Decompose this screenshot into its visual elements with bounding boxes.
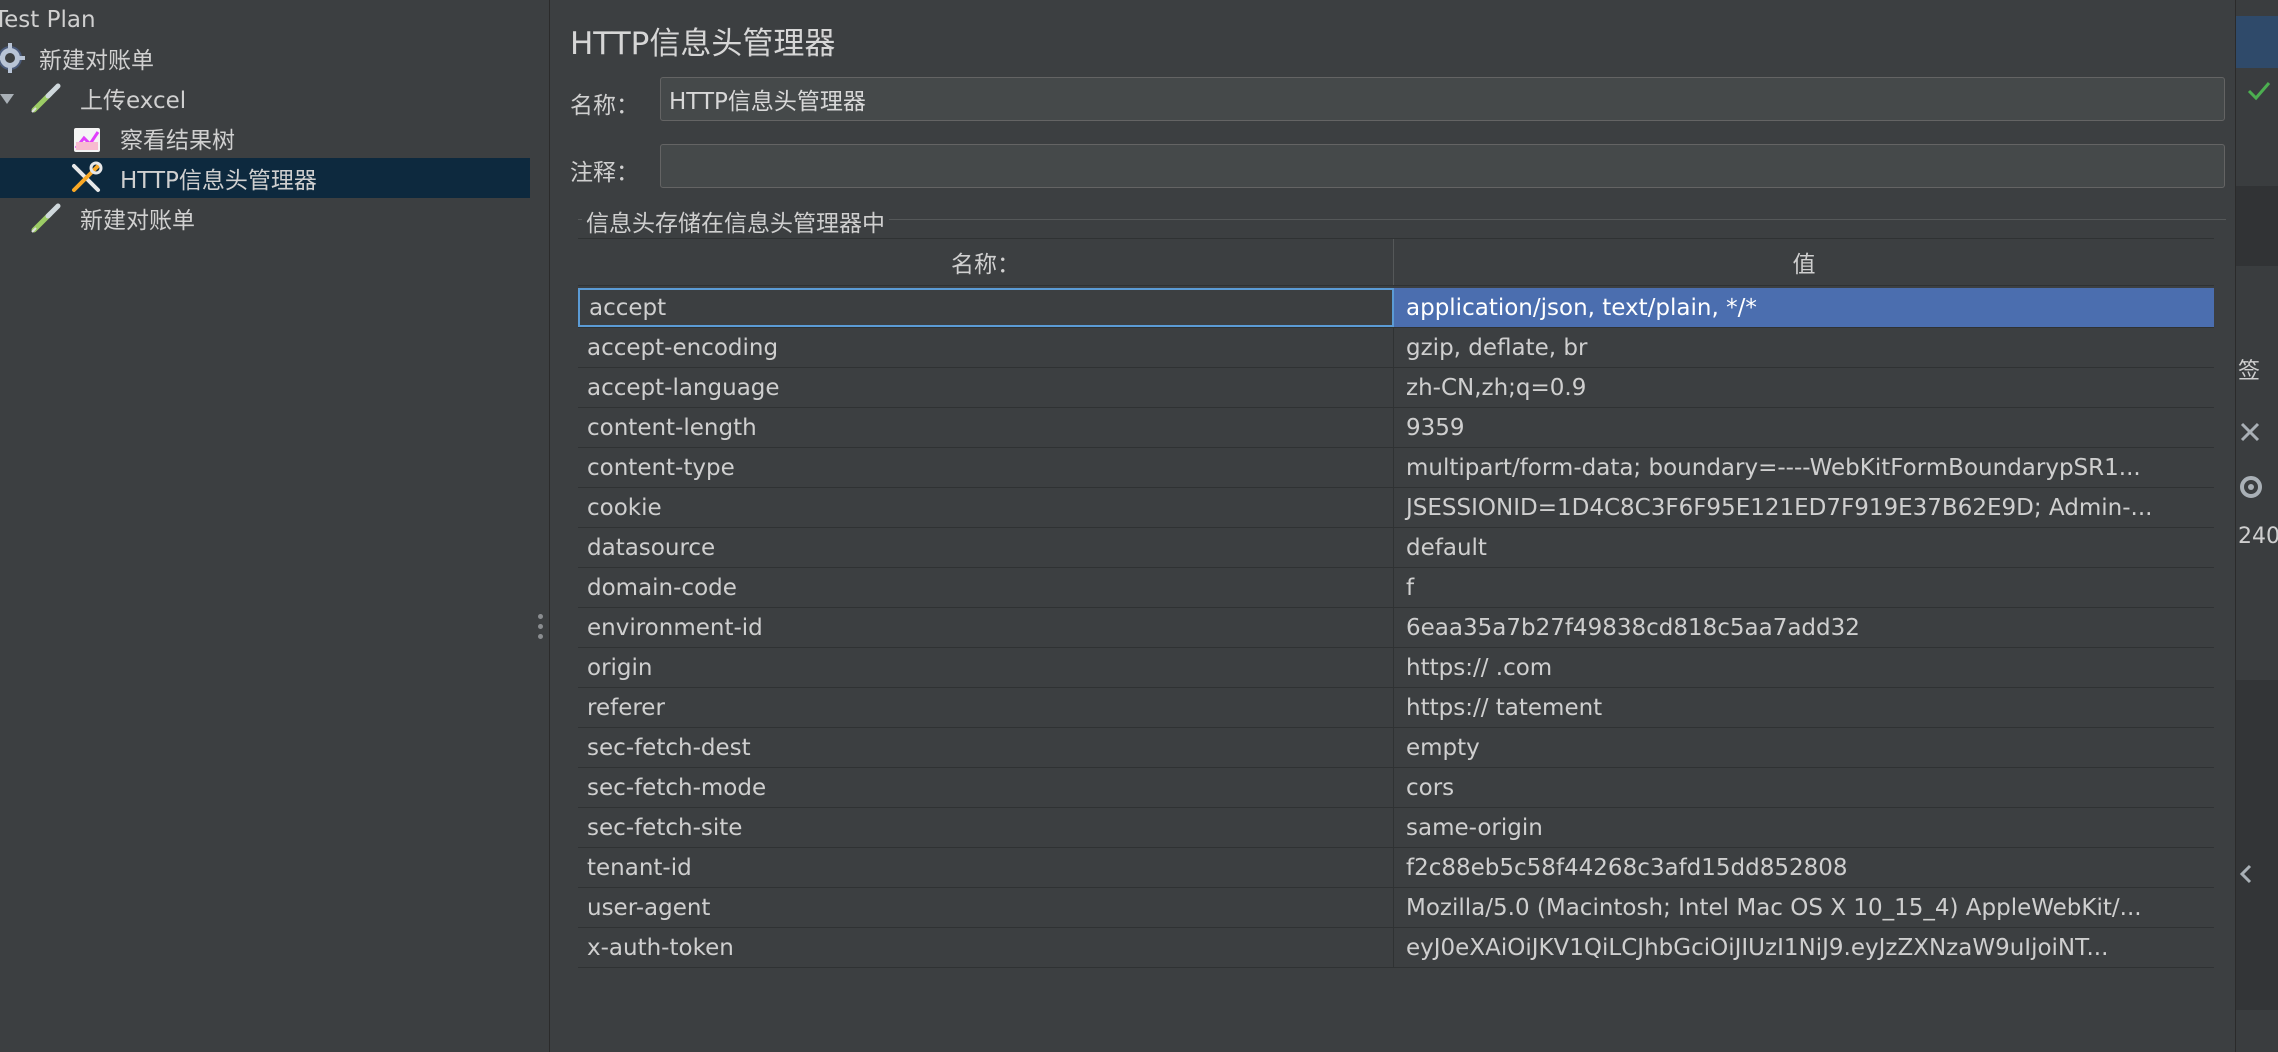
table-row[interactable]: sec-fetch-dest empty [578,728,2214,768]
check-icon [2247,82,2271,101]
test-plan-tree: Test Plan 新建对账单 上传excel 察看结果树 HTTP信息头管理器… [0,0,530,1052]
right-side-panel: 签 240 [2235,0,2278,1052]
tree-item-label: 上传excel [80,88,187,114]
close-icon[interactable] [2238,420,2262,444]
column-header-value[interactable]: 值 [1394,239,2214,285]
tree-item-view-results-tree[interactable]: 察看结果树 [0,118,530,158]
header-name-cell[interactable]: content-length [578,408,1394,447]
header-value-cell[interactable]: empty [1394,728,2214,767]
header-name-cell[interactable]: x-auth-token [578,928,1394,967]
comment-label: 注释： [570,160,639,186]
selected-item-highlight [2236,16,2278,68]
header-value-cell[interactable]: f2c88eb5c58f44268c3afd15dd852808 [1394,848,2214,887]
toolbar-area [2236,186,2278,266]
header-name-cell[interactable]: tenant-id [578,848,1394,887]
header-value-cell[interactable]: zh-CN,zh;q=0.9 [1394,368,2214,407]
tree-item-new-statement-2[interactable]: 新建对账单 [0,198,530,238]
table-row[interactable]: origin https:// .com [578,648,2214,688]
splitter-grip-dot [538,634,543,639]
expand-arrow-icon[interactable] [0,94,14,104]
tree-item-http-header-manager[interactable]: HTTP信息头管理器 [0,158,530,198]
table-row[interactable]: accept-language zh-CN,zh;q=0.9 [578,368,2214,408]
header-name-cell[interactable]: origin [578,648,1394,687]
name-label: 名称： [570,93,639,119]
header-value-cell[interactable]: eyJ0eXAiOiJKV1QiLCJhbGciOiJIUzI1NiJ9.eyJ… [1394,928,2214,967]
header-name-cell[interactable]: user-agent [578,888,1394,927]
table-row[interactable]: user-agent Mozilla/5.0 (Macintosh; Intel… [578,888,2214,928]
panel-splitter[interactable] [530,0,550,1052]
header-name-cell[interactable]: domain-code [578,568,1394,607]
table-row[interactable]: content-length 9359 [578,408,2214,448]
table-row[interactable]: referer https:// tatement [578,688,2214,728]
header-value-cell[interactable]: cors [1394,768,2214,807]
tree-item-label: Test Plan [0,7,96,33]
header-name-cell[interactable]: datasource [578,528,1394,567]
header-value-cell[interactable]: same-origin [1394,808,2214,847]
tree-item-label: 新建对账单 [80,208,195,234]
splitter-grip-dot [538,624,543,629]
header-value-cell[interactable]: multipart/form-data; boundary=----WebKit… [1394,448,2214,487]
tools-icon [72,161,103,192]
headers-table: accept application/json, text/plain, */*… [578,288,2214,968]
header-value-cell[interactable]: 9359 [1394,408,2214,447]
tree-item-test-plan[interactable]: Test Plan [0,0,530,40]
table-row[interactable]: datasource default [578,528,2214,568]
pipette-sampler-icon [31,203,61,233]
header-name-cell[interactable]: sec-fetch-dest [578,728,1394,767]
column-header-name[interactable]: 名称： [578,239,1394,285]
tree-item-new-statement-1[interactable]: 新建对账单 [0,38,530,78]
header-value-cell[interactable]: https:// .com [1394,648,2214,687]
header-value-cell[interactable]: f [1394,568,2214,607]
table-row[interactable]: tenant-id f2c88eb5c58f44268c3afd15dd8528… [578,848,2214,888]
tree-item-label: HTTP信息头管理器 [120,168,317,194]
table-row[interactable]: environment-id 6eaa35a7b27f49838cd818c5a… [578,608,2214,648]
gear-icon [0,43,25,73]
header-name-cell[interactable]: accept [578,288,1394,327]
table-header: 名称： 值 [578,238,2214,286]
truncated-label: 签 [2238,359,2261,384]
header-name-cell[interactable]: referer [578,688,1394,727]
pipette-sampler-icon [31,83,61,113]
table-row[interactable]: domain-code f [578,568,2214,608]
header-manager-panel: HTTP信息头管理器 名称： 注释： 信息头存储在信息头管理器中 名称： 值 a… [550,0,2235,1052]
comment-input[interactable] [660,144,2225,188]
table-row[interactable]: x-auth-token eyJ0eXAiOiJKV1QiLCJhbGciOiJ… [578,928,2214,968]
header-value-cell[interactable]: application/json, text/plain, */* [1394,288,2214,327]
name-input[interactable] [660,77,2225,121]
panel-title: HTTP信息头管理器 [570,26,836,62]
header-value-cell[interactable]: https:// tatement [1394,688,2214,727]
table-row[interactable]: accept-encoding gzip, deflate, br [578,328,2214,368]
header-value-cell[interactable]: Mozilla/5.0 (Macintosh; Intel Mac OS X 1… [1394,888,2214,927]
tree-item-label: 察看结果树 [120,128,235,154]
header-value-cell[interactable]: default [1394,528,2214,567]
lower-panel [2236,680,2278,1010]
header-name-cell[interactable]: environment-id [578,608,1394,647]
table-row[interactable]: sec-fetch-site same-origin [578,808,2214,848]
header-value-cell[interactable]: JSESSIONID=1D4C8C3F6F95E121ED7F919E37B62… [1394,488,2214,527]
splitter-grip-dot [538,614,543,619]
header-name-cell[interactable]: accept-language [578,368,1394,407]
header-name-cell[interactable]: sec-fetch-site [578,808,1394,847]
chart-listener-icon [74,128,100,152]
gear-icon[interactable] [2236,472,2266,502]
table-row[interactable]: accept application/json, text/plain, */* [578,288,2214,328]
chevron-left-icon[interactable] [2236,862,2256,886]
group-title: 信息头存储在信息头管理器中 [582,204,889,238]
tree-item-label: 新建对账单 [39,48,154,74]
header-name-cell[interactable]: content-type [578,448,1394,487]
table-row[interactable]: content-type multipart/form-data; bounda… [578,448,2214,488]
tree-item-upload-excel[interactable]: 上传excel [0,78,530,118]
header-value-cell[interactable]: 6eaa35a7b27f49838cd818c5aa7add32 [1394,608,2214,647]
header-name-cell[interactable]: cookie [578,488,1394,527]
table-row[interactable]: cookie JSESSIONID=1D4C8C3F6F95E121ED7F91… [578,488,2214,528]
header-name-cell[interactable]: accept-encoding [578,328,1394,367]
header-value-cell[interactable]: gzip, deflate, br [1394,328,2214,367]
truncated-value: 240 [2238,524,2278,549]
table-row[interactable]: sec-fetch-mode cors [578,768,2214,808]
header-name-cell[interactable]: sec-fetch-mode [578,768,1394,807]
